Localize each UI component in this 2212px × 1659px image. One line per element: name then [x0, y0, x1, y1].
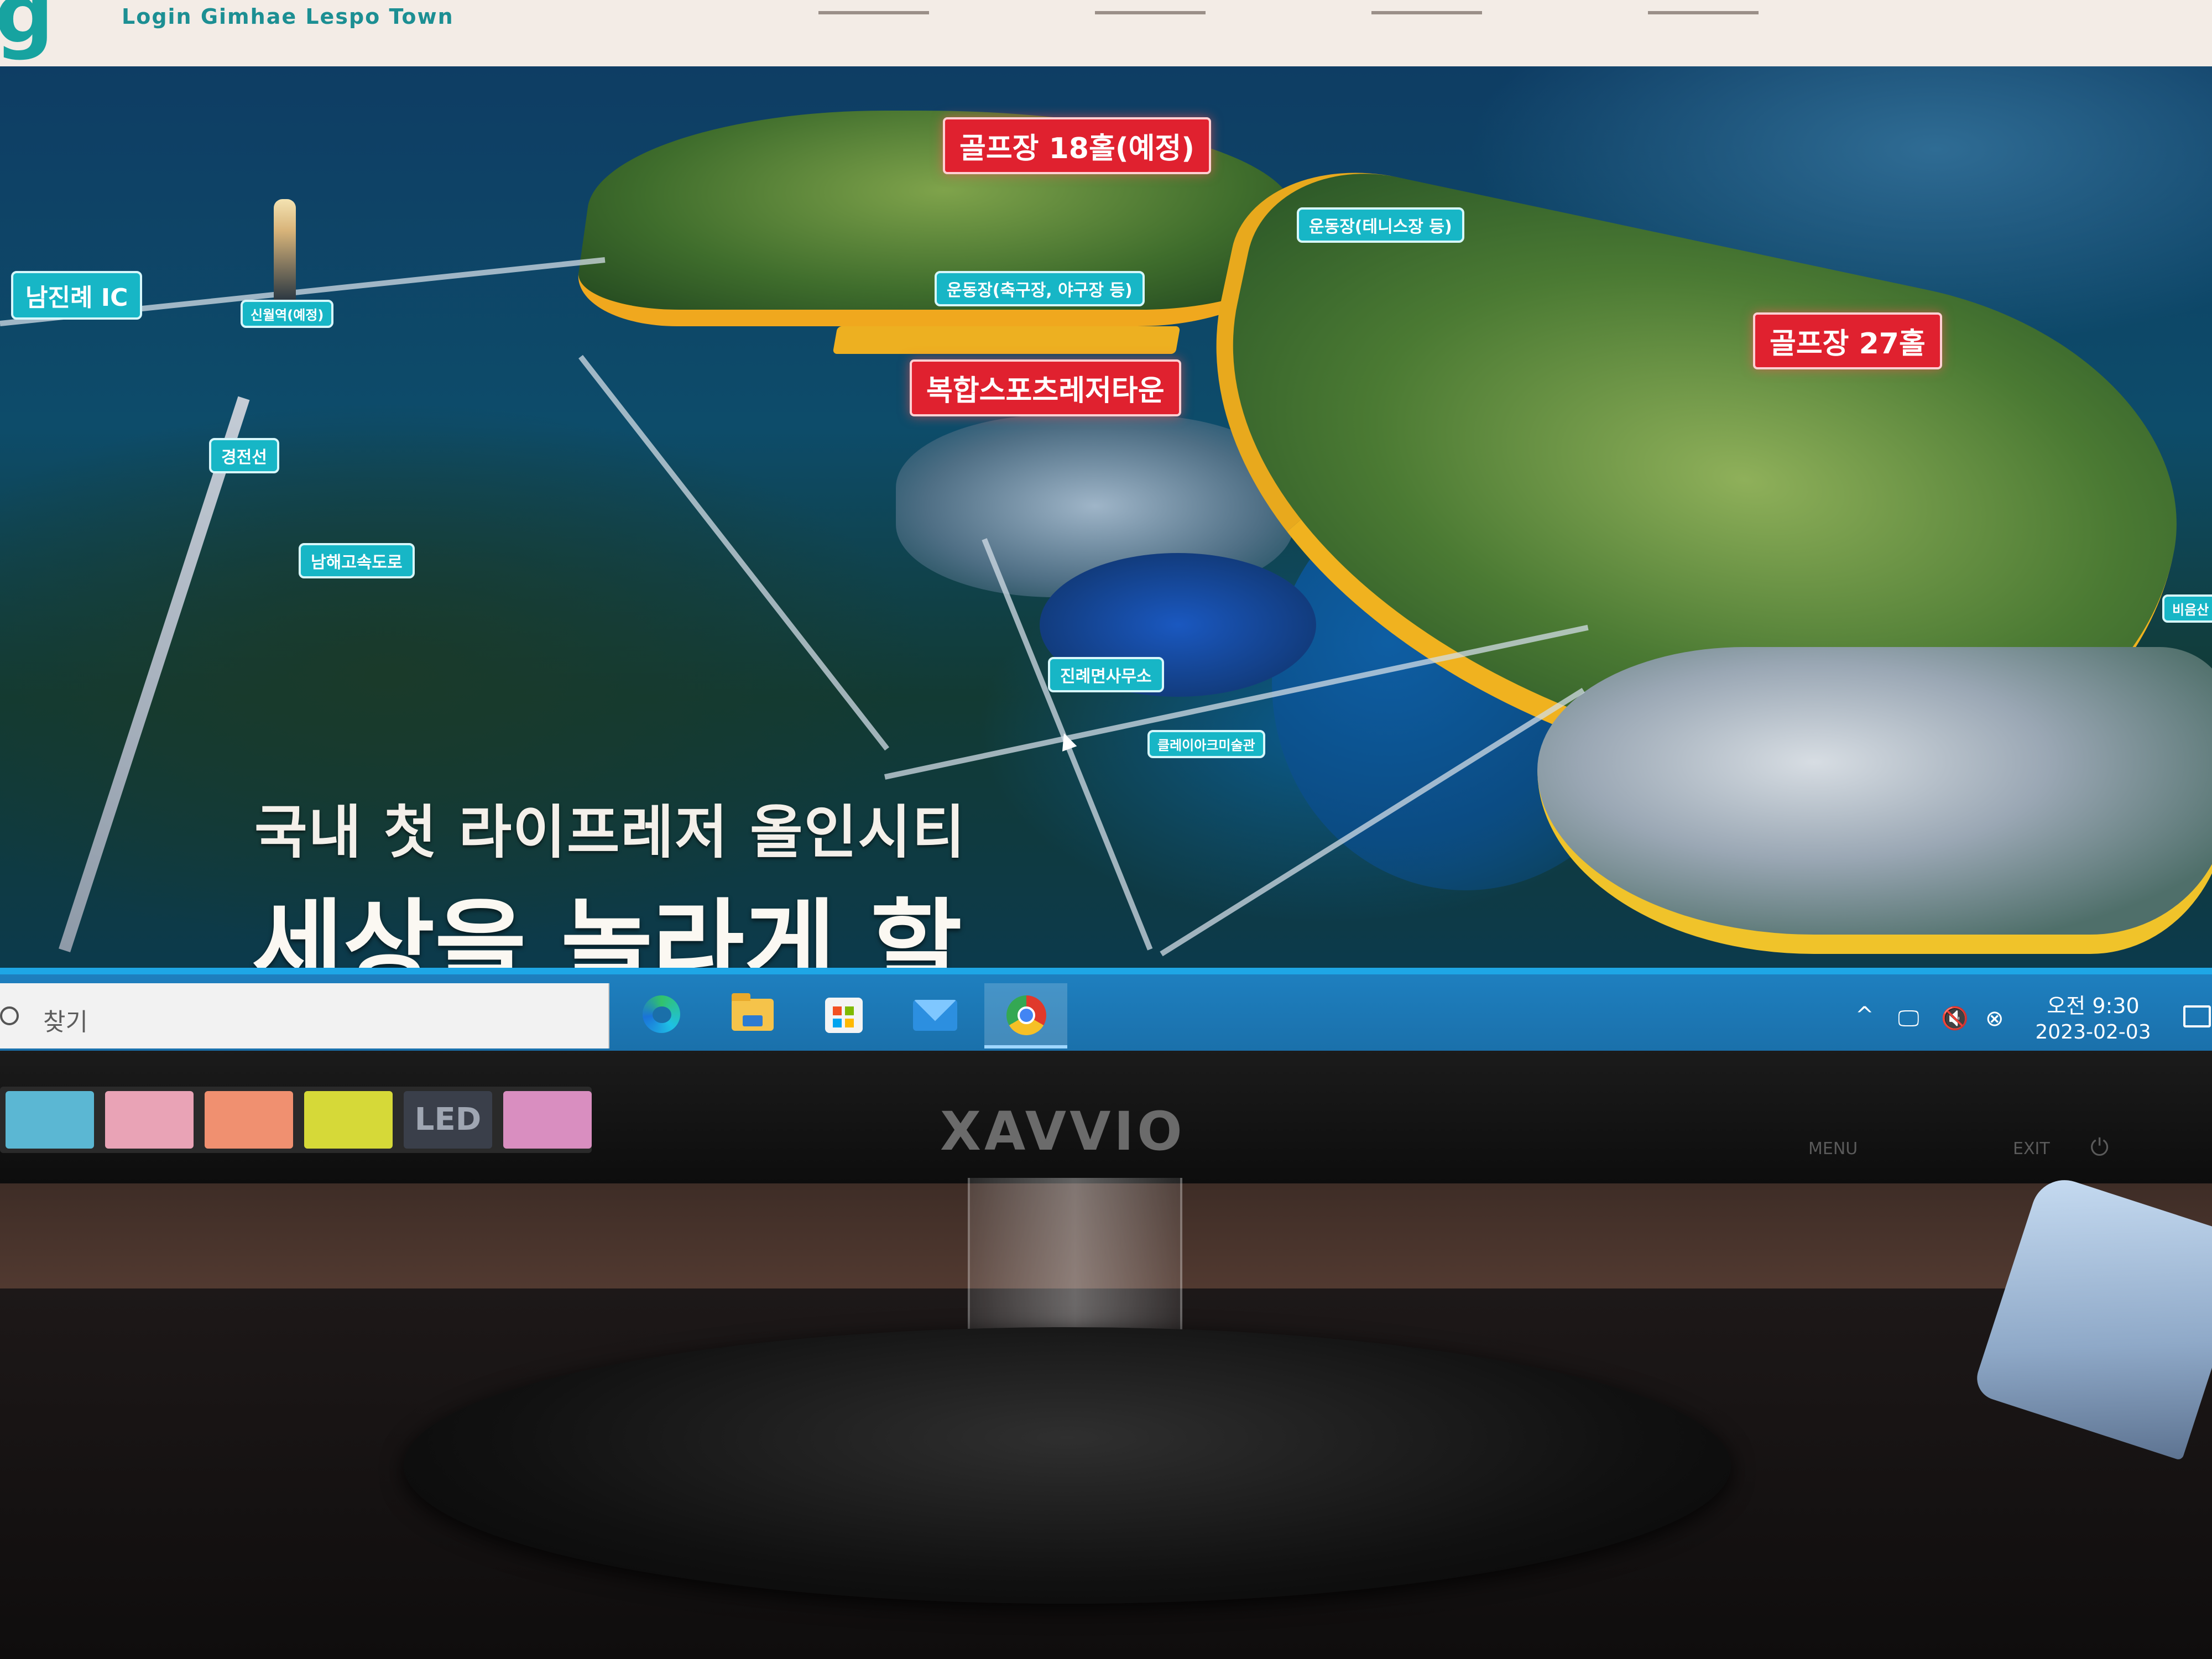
taskbar-file-explorer-button[interactable] [711, 983, 794, 1048]
clock-time[interactable]: 오전 9:30 [2041, 989, 2146, 1019]
label-sports-complex: 복합스포츠레저타운 [910, 359, 1181, 416]
hero-map-image: 골프장 18홀(예정) 골프장 27홀 복합스포츠레저타운 운동장(테니스장 등… [0, 66, 2212, 968]
road [578, 354, 890, 751]
apartment-complex-area [1537, 647, 2212, 954]
label-golf-27: 골프장 27홀 [1753, 312, 1942, 369]
sticker [205, 1091, 293, 1149]
label-edge: 비음산 [2162, 594, 2212, 623]
label-town-office: 진례면사무소 [1048, 657, 1164, 692]
expressway-road [59, 396, 250, 953]
sticker [304, 1091, 393, 1149]
taskbar-search-box[interactable]: 찾기 [0, 983, 609, 1048]
edge-icon [643, 995, 680, 1033]
sports-complex-area [832, 326, 1181, 354]
nav-menu-3[interactable] [1371, 0, 1482, 14]
volume-muted-icon[interactable]: 🔇 [1941, 1008, 1969, 1030]
notification-icon[interactable] [2183, 1005, 2211, 1027]
taskbar-mail-button[interactable] [893, 983, 976, 1048]
windows-taskbar: 찾기 ^ 🖵 🔇 ⊗ 오전 9:30 2023-02-03 [0, 968, 2212, 1051]
label-expressway: 남해고속도로 [299, 543, 415, 578]
monitor-stand-neck [968, 1178, 1182, 1338]
microsoft-store-icon [825, 998, 863, 1033]
monitor-screen: g Login Gimhae Lespo Town 골프장 18홀(예정) 골프… [0, 0, 2212, 1051]
sticker [503, 1091, 592, 1149]
nav-menu-4[interactable] [1648, 0, 1759, 14]
monitor-brand-logo: XAVVIO [940, 1100, 1186, 1162]
label-football-field: 운동장(축구장, 야구장 등) [935, 271, 1145, 306]
hero-headline-line1: 국내 첫 라이프레저 올인시티 [254, 799, 966, 866]
site-logo[interactable]: g [0, 0, 105, 55]
file-explorer-icon [732, 993, 774, 1031]
monitor: g Login Gimhae Lespo Town 골프장 18홀(예정) 골프… [0, 0, 2212, 1183]
power-icon[interactable]: ⏻ [2090, 1134, 2109, 1161]
nav-menu-2[interactable] [1095, 0, 1206, 14]
taskbar-chrome-button[interactable] [984, 983, 1067, 1048]
error-x-icon[interactable]: ⊗ [1985, 1008, 2004, 1030]
website-header: g Login Gimhae Lespo Town [0, 0, 2212, 66]
label-station: 신월역(예정) [241, 300, 334, 328]
sticker [6, 1091, 94, 1149]
label-rail-line: 경전선 [209, 438, 279, 473]
monitor-stand-base [404, 1327, 1731, 1604]
station-tower [274, 199, 296, 304]
mail-icon [913, 1000, 957, 1031]
chevron-up-icon[interactable]: ^ [1855, 1004, 1874, 1026]
search-placeholder: 찾기 [43, 1008, 88, 1036]
monitor-exit-button[interactable]: EXIT [2013, 1139, 2050, 1159]
label-tennis-field: 운동장(테니스장 등) [1297, 207, 1464, 243]
chrome-icon [1006, 995, 1046, 1035]
taskbar-edge-button[interactable] [619, 983, 702, 1048]
search-icon [0, 1006, 19, 1025]
monitor-stickers: LED [0, 1087, 592, 1153]
label-museum: 클레이아크미술관 [1147, 730, 1265, 758]
monitor-menu-button[interactable]: MENU [1808, 1139, 1858, 1159]
label-namjinrye-ic: 남진례 IC [11, 271, 143, 320]
nav-menu-1[interactable] [818, 0, 929, 14]
hero-headline-line2: 세상을 놀라게 할 [252, 889, 962, 968]
led-sticker: LED [404, 1091, 492, 1149]
network-icon[interactable]: 🖵 [1898, 1008, 1919, 1030]
sticker [105, 1091, 194, 1149]
clock-date[interactable]: 2023-02-03 [2030, 1021, 2157, 1044]
site-logo-subtitle[interactable]: Login Gimhae Lespo Town [122, 4, 454, 29]
label-golf-18: 골프장 18홀(예정) [943, 117, 1212, 174]
taskbar-store-button[interactable] [802, 983, 885, 1048]
